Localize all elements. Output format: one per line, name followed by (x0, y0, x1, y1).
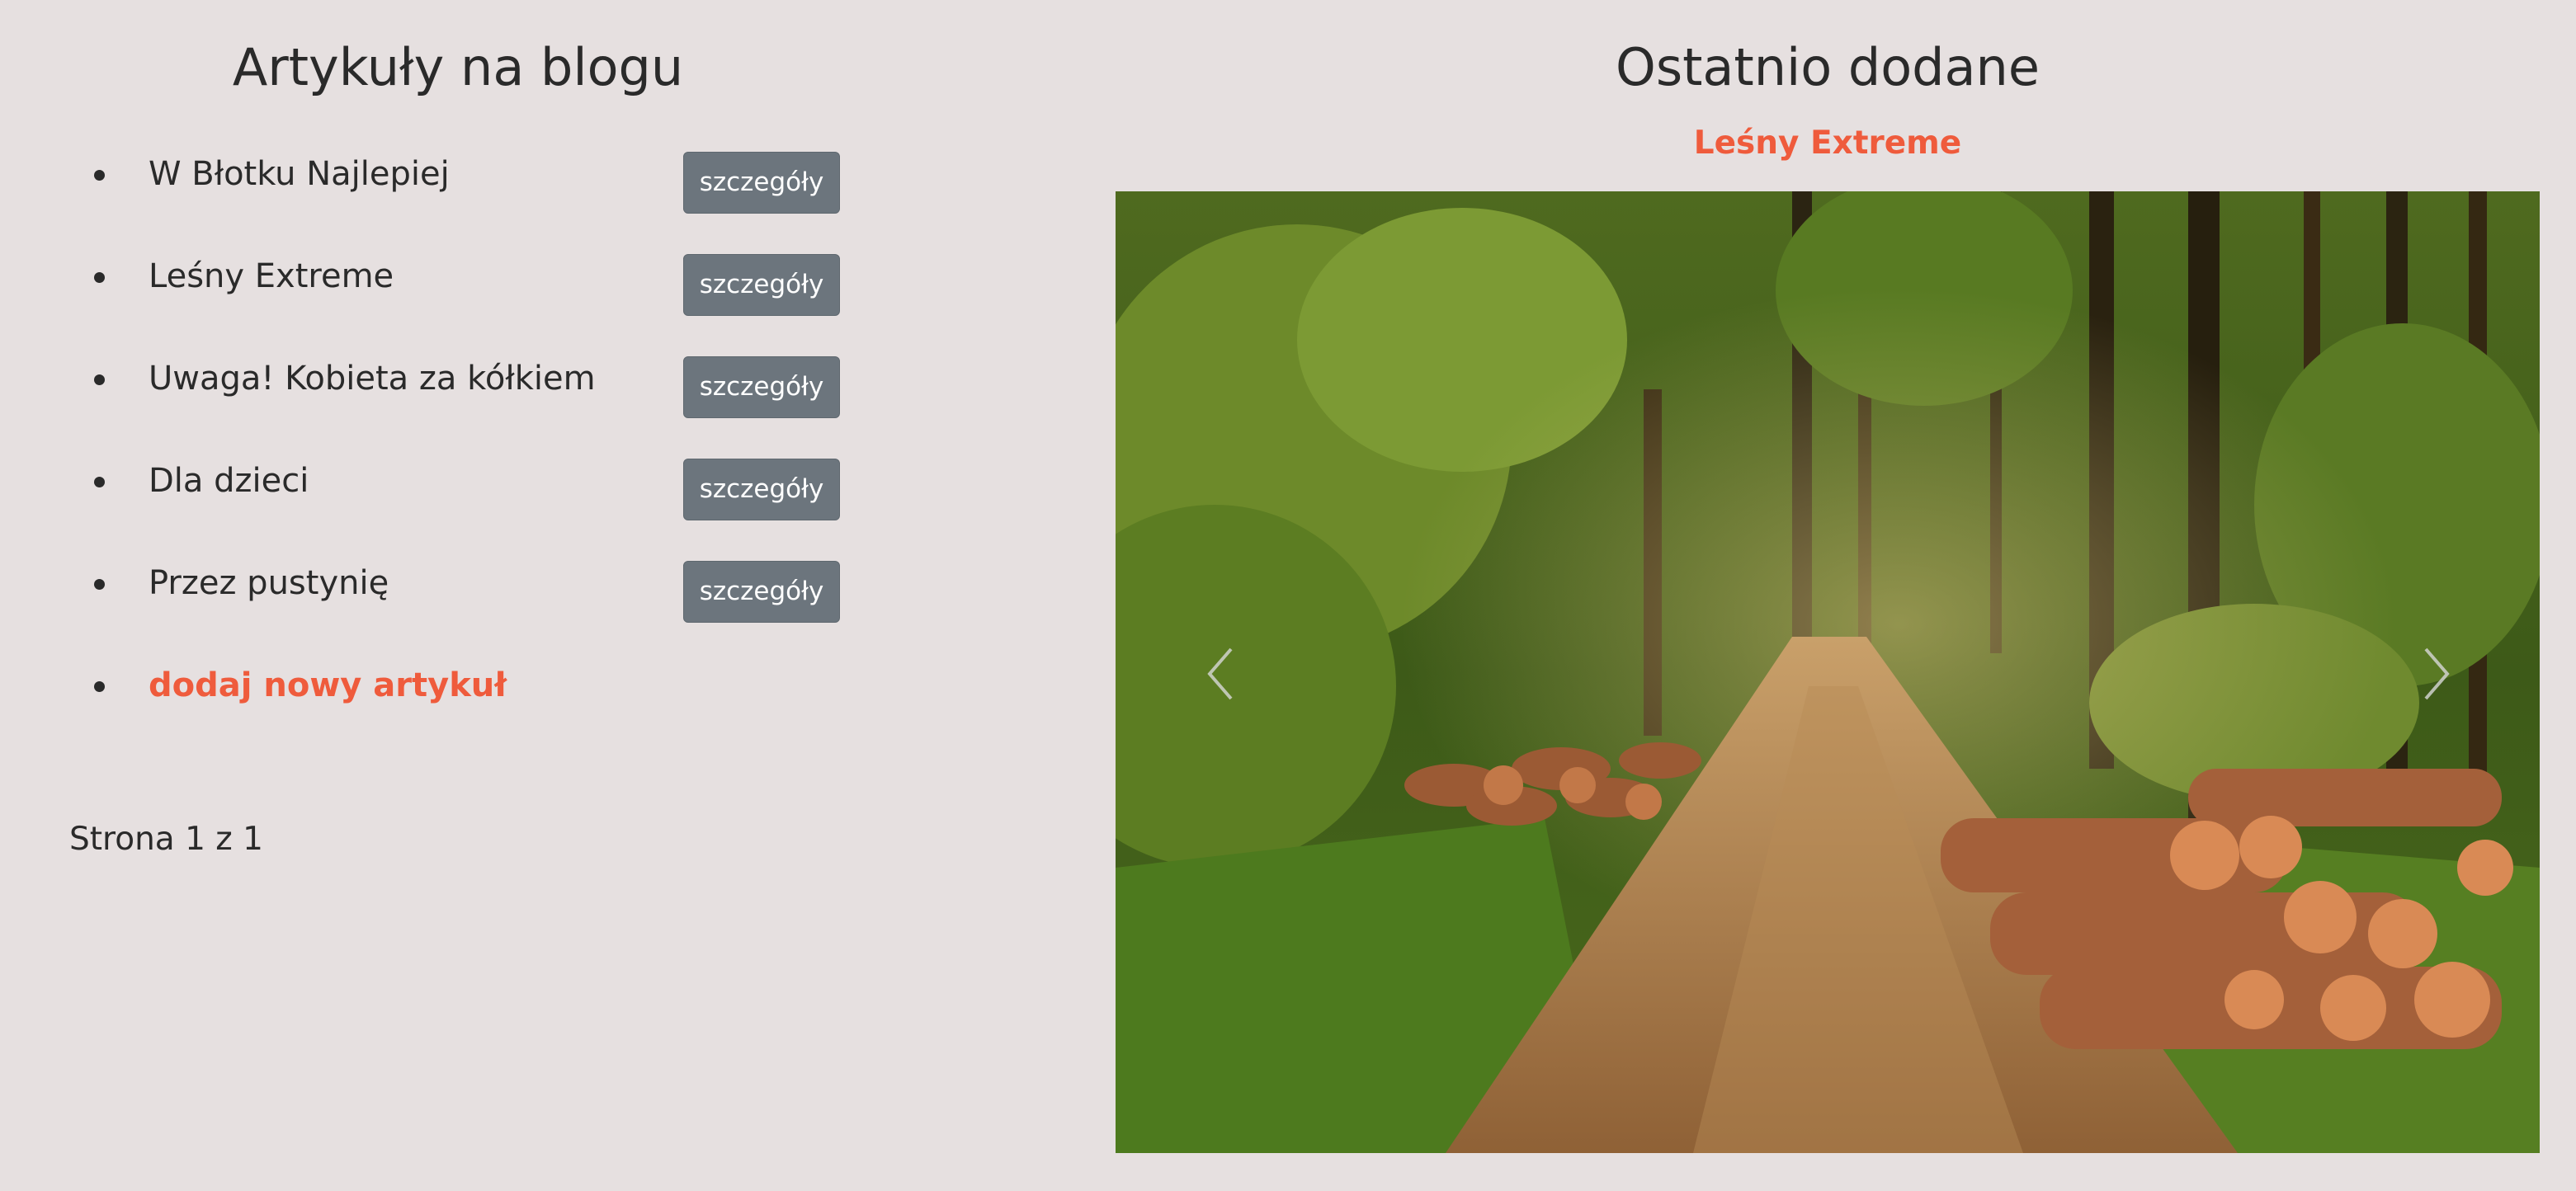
list-item: Dla dzieci szczegóły (0, 452, 908, 554)
blog-articles-heading: Artykuły na blogu (232, 37, 684, 97)
forest-photo (1116, 191, 2540, 1153)
list-item: Uwaga! Kobieta za kółkiem szczegóły (0, 350, 908, 452)
featured-article-title[interactable]: Leśny Extreme (1116, 120, 2540, 167)
chevron-right-icon (2424, 647, 2450, 700)
bullet-icon (94, 579, 105, 590)
list-item: Przez pustynię szczegóły (0, 554, 908, 657)
list-item-add-article: dodaj nowy artykuł (0, 657, 908, 759)
bullet-icon (94, 374, 105, 385)
recent-heading: Ostatnio dodane (1616, 37, 2040, 97)
article-list: W Błotku Najlepiej szczegóły Leśny Extre… (0, 145, 908, 759)
article-title: Uwaga! Kobieta za kółkiem (149, 360, 596, 398)
carousel-prev-button[interactable] (1180, 604, 1262, 744)
details-button[interactable]: szczegóły (683, 356, 840, 418)
list-item: W Błotku Najlepiej szczegóły (0, 145, 908, 247)
article-title: Leśny Extreme (149, 257, 394, 295)
details-button[interactable]: szczegóły (683, 152, 840, 214)
list-item: Leśny Extreme szczegóły (0, 247, 908, 350)
blog-articles-section: Artykuły na blogu W Błotku Najlepiej szc… (0, 0, 924, 1191)
article-title: Dla dzieci (149, 462, 309, 500)
carousel-next-button[interactable] (2394, 604, 2477, 744)
add-article-link[interactable]: dodaj nowy artykuł (149, 661, 507, 709)
bullet-icon (94, 170, 105, 181)
details-button[interactable]: szczegóły (683, 254, 840, 316)
details-button[interactable]: szczegóły (683, 459, 840, 520)
image-carousel[interactable] (1116, 191, 2540, 1153)
bullet-icon (94, 272, 105, 283)
bullet-icon (94, 477, 105, 487)
details-button[interactable]: szczegóły (683, 561, 840, 623)
article-title: W Błotku Najlepiej (149, 155, 450, 193)
bullet-icon (94, 681, 105, 692)
pagination-text: Strona 1 z 1 (69, 821, 263, 858)
recent-section: Ostatnio dodane Leśny Extreme (1116, 0, 2540, 1191)
article-title: Przez pustynię (149, 564, 389, 602)
chevron-left-icon (1207, 647, 1233, 700)
